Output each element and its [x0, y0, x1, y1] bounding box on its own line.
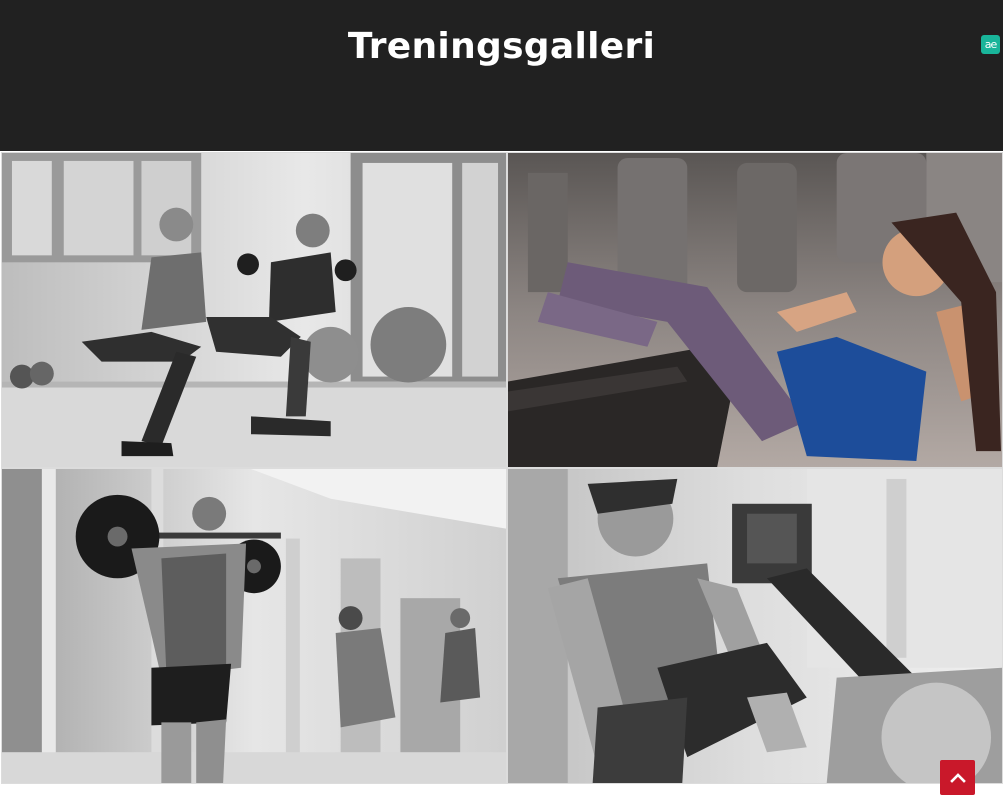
page-title: Treningsgalleri: [347, 26, 656, 67]
chevron-up-icon: [949, 772, 966, 783]
gallery-image-situp[interactable]: [507, 152, 1003, 468]
site-header: Treningsgalleri ae: [0, 0, 1003, 151]
squat-couple-photo: [2, 153, 506, 467]
image-gallery: [0, 151, 1003, 784]
rowing-woman-photo: [508, 469, 1002, 783]
extension-icon[interactable]: ae: [981, 35, 1000, 54]
situp-woman-photo: [508, 153, 1002, 467]
scroll-to-top-button[interactable]: [940, 760, 975, 795]
gallery-image-barbell[interactable]: [1, 468, 507, 784]
gallery-image-squat[interactable]: [1, 152, 507, 468]
gallery-image-rowing[interactable]: [507, 468, 1003, 784]
barbell-man-photo: [2, 469, 506, 783]
